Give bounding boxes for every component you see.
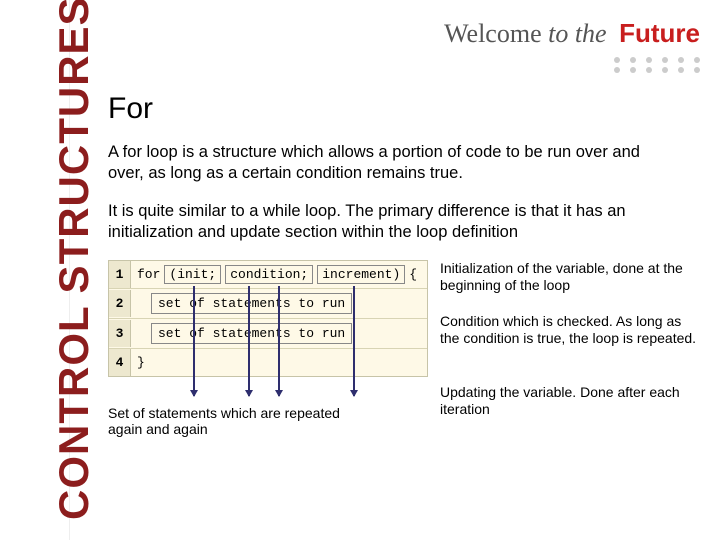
content: For A for loop is a structure which allo… bbox=[108, 92, 698, 437]
line-number: 1 bbox=[109, 261, 131, 288]
brace-close: } bbox=[137, 355, 145, 370]
line-number: 3 bbox=[109, 320, 131, 347]
sidebar: CONTROL STRUCTURES bbox=[0, 0, 88, 540]
arrow-icon bbox=[248, 286, 250, 396]
notes-column: Initialization of the variable, done at … bbox=[440, 260, 698, 437]
paragraph-2: It is quite similar to a while loop. The… bbox=[108, 201, 668, 244]
code-line-4: 4 } bbox=[109, 349, 427, 376]
decorative-dots bbox=[444, 57, 700, 73]
slide-title: For bbox=[108, 92, 698, 126]
statement-box: set of statements to run bbox=[151, 293, 352, 314]
code-line-2: 2 set of statements to run bbox=[109, 289, 427, 319]
caption-statements: Set of statements which are repeated aga… bbox=[108, 405, 348, 437]
note-init: Initialization of the variable, done at … bbox=[440, 260, 698, 295]
code-column: 1 for (init; condition; increment) { 2 s… bbox=[108, 260, 428, 437]
chip-condition: condition; bbox=[225, 265, 313, 284]
note-update: Updating the variable. Done after each i… bbox=[440, 384, 698, 419]
code-block: 1 for (init; condition; increment) { 2 s… bbox=[108, 260, 428, 377]
header: Welcome to the Future bbox=[444, 18, 700, 73]
chip-increment: increment) bbox=[317, 265, 405, 284]
sidebar-section-label: CONTROL STRUCTURES bbox=[50, 0, 98, 520]
line-number: 4 bbox=[109, 349, 131, 376]
code-line-1: 1 for (init; condition; increment) { bbox=[109, 261, 427, 289]
arrow-icon bbox=[193, 286, 195, 396]
main-row: 1 for (init; condition; increment) { 2 s… bbox=[108, 260, 698, 437]
note-condition: Condition which is checked. As long as t… bbox=[440, 313, 698, 348]
keyword-for: for bbox=[137, 267, 160, 282]
header-welcome-word: Welcome bbox=[444, 19, 542, 48]
code-line-3: 3 set of statements to run bbox=[109, 319, 427, 349]
statement-box: set of statements to run bbox=[151, 323, 352, 344]
header-future-word: Future bbox=[619, 18, 700, 48]
header-to-the: to the bbox=[542, 19, 614, 48]
chip-init: (init; bbox=[164, 265, 221, 284]
paragraph-1: A for loop is a structure which allows a… bbox=[108, 142, 668, 185]
arrow-icon bbox=[278, 286, 280, 396]
arrow-icon bbox=[353, 286, 355, 396]
line-number: 2 bbox=[109, 290, 131, 317]
brace-open: { bbox=[409, 267, 417, 282]
header-tagline: Welcome to the Future bbox=[444, 18, 700, 49]
